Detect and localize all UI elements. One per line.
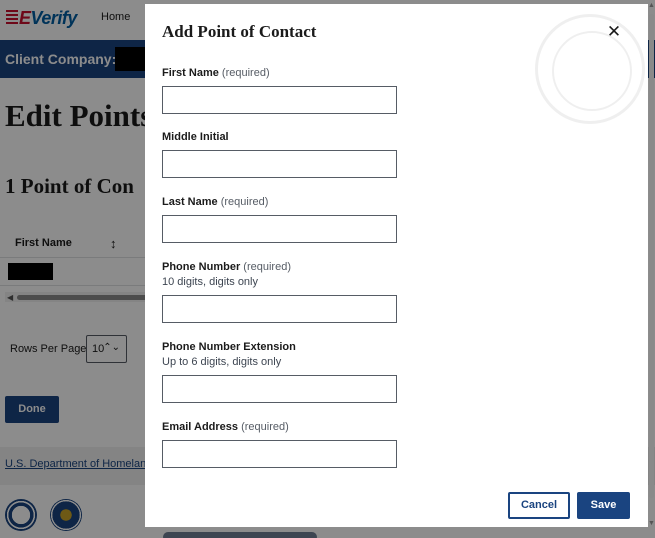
bottom-pill [163,532,317,538]
dhs-watermark-icon [535,14,645,124]
middle-initial-label: Middle Initial [162,131,229,143]
modal-title: Add Point of Contact [162,22,317,41]
email-address-label: Email Address (required) [162,421,289,433]
vertical-scrollbar-thumb[interactable] [649,14,654,498]
phone-extension-label: Phone Number Extension [162,341,296,353]
phone-extension-hint: Up to 6 digits, digits only [162,356,282,368]
last-name-input[interactable] [162,215,397,243]
phone-number-input[interactable] [162,295,397,323]
close-icon[interactable]: ✕ [604,22,624,42]
phone-number-label: Phone Number (required) [162,261,291,273]
save-button[interactable]: Save [577,492,630,519]
scroll-up-icon[interactable]: ▲ [648,2,655,9]
add-point-of-contact-modal: Add Point of Contact ✕ First Name (requi… [145,4,648,527]
first-name-input[interactable] [162,86,397,114]
last-name-label: Last Name (required) [162,196,269,208]
phone-extension-input[interactable] [162,375,397,403]
first-name-label: First Name (required) [162,67,270,79]
phone-number-hint: 10 digits, digits only [162,276,258,288]
cancel-button[interactable]: Cancel [508,492,570,519]
middle-initial-input[interactable] [162,150,397,178]
email-address-input[interactable] [162,440,397,468]
scroll-down-icon[interactable]: ▼ [648,520,655,527]
vertical-scrollbar[interactable]: ▲ ▼ [648,2,655,538]
